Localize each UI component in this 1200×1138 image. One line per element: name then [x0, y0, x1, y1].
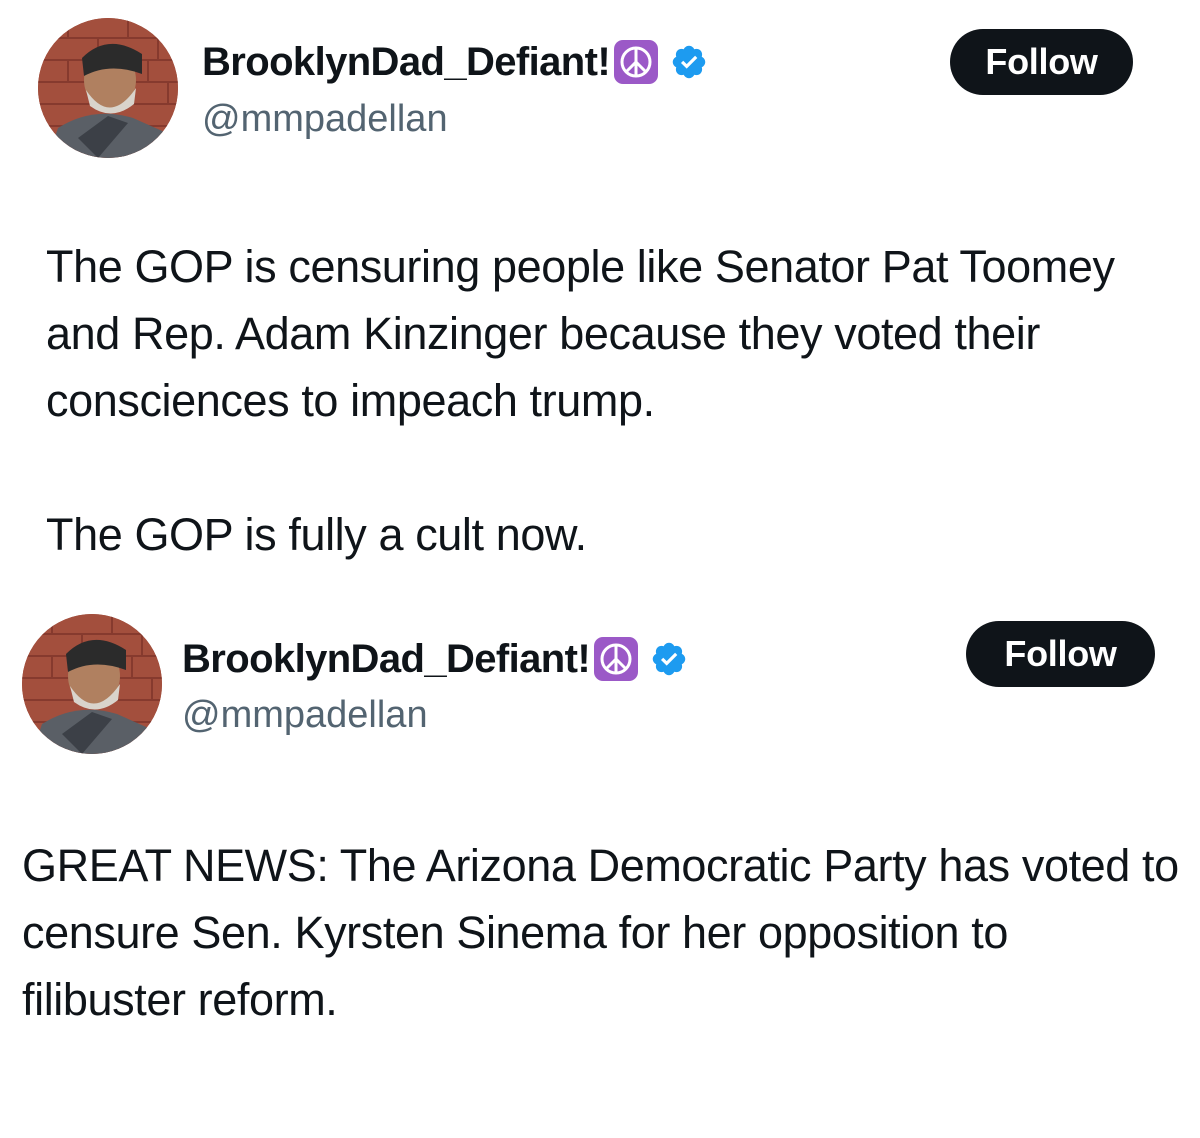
tweet-paragraph: The GOP is censuring people like Senator…: [46, 241, 1115, 426]
display-name-text[interactable]: BrooklynDad_Defiant!: [182, 639, 591, 679]
follow-button[interactable]: Follow: [950, 29, 1133, 95]
tweet-paragraph: The GOP is fully a cult now.: [46, 509, 587, 560]
follow-button[interactable]: Follow: [966, 621, 1155, 687]
peace-symbol-icon: [614, 40, 659, 84]
tweet-2: BrooklynDad_Defiant! @mmpadellan Follow …: [0, 600, 1200, 1138]
user-handle[interactable]: @mmpadellan: [202, 100, 448, 138]
tweet-1: BrooklynDad_Defiant! @mmpadellan Follow …: [0, 0, 1200, 600]
tweet-text: GREAT NEWS: The Arizona Democratic Party…: [22, 832, 1182, 1033]
verified-badge-icon[interactable]: [650, 640, 688, 678]
display-name-text[interactable]: BrooklynDad_Defiant!: [202, 42, 611, 82]
peace-symbol-icon: [594, 637, 639, 681]
tweet-paragraph: GREAT NEWS: The Arizona Democratic Party…: [22, 840, 1179, 1025]
verified-badge-icon[interactable]: [670, 43, 708, 81]
avatar[interactable]: [22, 614, 162, 754]
display-name[interactable]: BrooklynDad_Defiant!: [182, 637, 688, 681]
avatar[interactable]: [38, 18, 178, 158]
display-name[interactable]: BrooklynDad_Defiant!: [202, 40, 708, 84]
tweet-text: The GOP is censuring people like Senator…: [46, 233, 1166, 568]
user-handle[interactable]: @mmpadellan: [182, 696, 428, 734]
